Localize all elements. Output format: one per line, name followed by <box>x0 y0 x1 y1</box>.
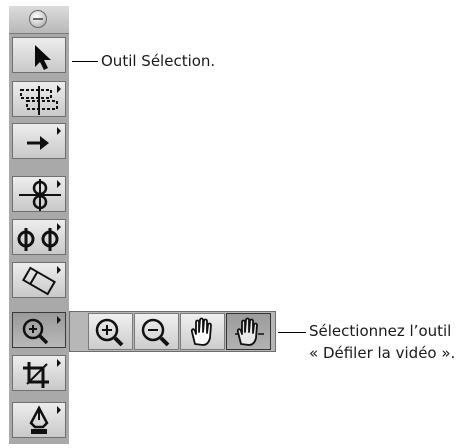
flyout-indicator-icon <box>57 223 61 231</box>
flyout-indicator-icon <box>57 266 61 274</box>
scrub-video-icon <box>235 317 264 346</box>
scrub-callout-line2: « Défiler la vidéo ». <box>309 344 456 362</box>
zoom-tool-button[interactable] <box>12 312 66 348</box>
arrow-pointer-icon <box>35 45 51 70</box>
blade-tool-button[interactable] <box>12 176 66 212</box>
pen-tool-button[interactable] <box>12 262 66 298</box>
scrub-video-button[interactable] <box>226 313 271 350</box>
flyout-indicator-icon <box>57 85 61 93</box>
zoom-tools-flyout <box>69 311 276 352</box>
selection-tool-button[interactable] <box>12 37 66 73</box>
flyout-indicator-icon <box>57 180 61 188</box>
palette-titlebar[interactable] <box>9 6 69 34</box>
scrub-callout-line1: Sélectionnez l’outil <box>309 322 452 340</box>
tool-palette <box>9 6 69 444</box>
flyout-indicator-icon <box>57 127 61 135</box>
selection-tool-callout: Outil Sélection. <box>101 52 216 70</box>
pen-nib-tool-button[interactable] <box>12 402 66 438</box>
hand-icon <box>190 317 212 346</box>
flyout-indicator-icon <box>57 406 61 414</box>
zoom-in-icon <box>95 318 124 347</box>
zoom-out-icon <box>141 318 170 347</box>
hand-tool-button[interactable] <box>180 313 225 350</box>
palette-close-icon[interactable] <box>29 10 47 28</box>
edit-select-tool-button[interactable] <box>12 81 66 117</box>
zoom-in-button[interactable] <box>88 313 133 350</box>
zoom-out-button[interactable] <box>134 313 179 350</box>
flyout-indicator-icon <box>57 316 61 324</box>
scrub-callout-leader <box>278 332 306 333</box>
flyout-indicator-icon <box>57 359 61 367</box>
slip-tool-button[interactable] <box>12 219 66 255</box>
selection-callout-leader <box>72 61 98 62</box>
track-select-tool-button[interactable] <box>12 123 66 159</box>
crop-tool-button[interactable] <box>12 355 66 391</box>
